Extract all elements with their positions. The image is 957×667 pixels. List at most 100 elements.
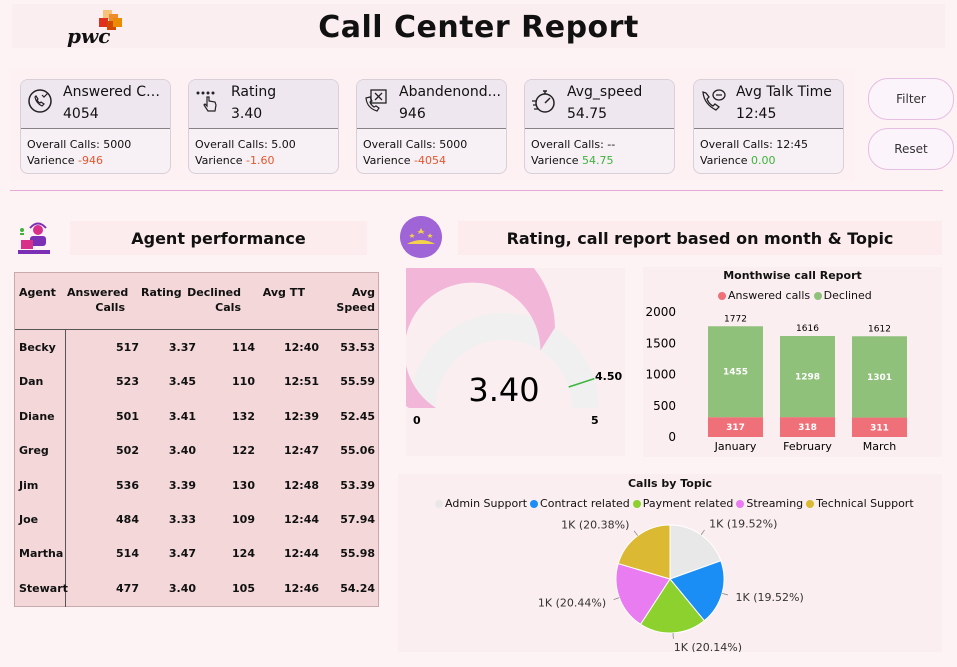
gauge-min-label: 0 [413,414,421,427]
kpi-card-abandoned[interactable]: Abandenond... 946 Overall Calls: 5000 Va… [356,79,507,174]
table-row[interactable]: Dan 523 3.45 110 12:51 55.59 [15,365,378,399]
table-cell: Stewart [19,581,68,595]
col-avg-speed[interactable]: Avg Speed [313,285,375,315]
phone-cross-icon [365,89,387,112]
col-agent[interactable]: Agent [19,285,56,300]
agent-icon [18,222,50,254]
table-cell: 536 [116,478,139,492]
gauge-chart: 3.40 0 5 4.50 [406,268,622,427]
table-cell: 12:40 [283,341,319,354]
table-cell: 105 [232,581,255,595]
rating-hand-icon [196,91,217,112]
kpi-value: 54.75 [567,106,608,122]
table-cell: 3.41 [168,409,196,423]
table-cell: 12:44 [283,547,319,561]
table-row[interactable]: Joe 484 3.33 109 12:44 57.94 [15,503,378,537]
table-cell: 3.40 [168,581,196,595]
table-cell: 124 [232,547,255,561]
kpi-card-answered-calls[interactable]: Answered Calls 4054 Overall Calls: 5000 … [20,79,171,174]
table-cell: 3.39 [168,478,196,492]
bar-total-label: 1612 [868,324,891,334]
agent-table: Agent Answered Calls Rating Declined Cal… [14,272,379,607]
agent-performance-title: Agent performance [70,221,367,255]
kpi-variance: Varience 0.00 [700,154,776,167]
y-tick-label: 1000 [645,368,676,382]
table-cell: 502 [116,444,139,458]
table-header: Agent Answered Calls Rating Declined Cal… [15,273,378,330]
gauge-max-label: 5 [591,414,599,427]
bar-data-label: 1301 [867,373,892,383]
table-cell: 477 [116,581,139,595]
table-cell: Martha [19,547,64,561]
table-cell: 501 [116,409,139,423]
kpi-overall: Overall Calls: -- [531,138,616,151]
y-tick-label: 2000 [645,305,676,319]
table-cell: 12:44 [283,513,319,526]
pie-data-label: 1K (19.52%) [736,591,804,604]
rating-gauge-panel: Rating 3.40 0 5 4.50 [406,268,625,456]
page-title: Call Center Report [318,10,639,45]
y-tick-label: 500 [653,399,676,413]
table-cell: 132 [232,409,255,423]
kpi-value: 946 [399,106,426,122]
star-rating-icon [400,216,442,258]
x-tick-label: March [863,440,897,453]
table-cell: 110 [232,375,255,389]
table-cell: 12:51 [283,375,319,389]
x-tick-label: February [783,440,832,453]
pie-leader-line [613,597,620,601]
table-cell: 514 [116,547,139,561]
table-row[interactable]: Martha 514 3.47 124 12:44 55.98 [15,537,378,571]
calls-by-topic-panel: Calls by Topic Admin Support Contract rel… [398,474,942,652]
table-cell: Greg [19,444,49,458]
pie-leader-line [721,592,728,596]
col-answered-calls[interactable]: Answered Calls [67,285,128,315]
table-cell: Diane [19,409,55,423]
pie-data-label: 1K (20.38%) [561,518,629,531]
bar-data-label: 318 [798,423,817,433]
divider [10,190,943,191]
table-cell: 484 [116,513,139,526]
bar-data-label: 1455 [723,368,748,378]
table-row[interactable]: Jim 536 3.39 130 12:48 53.39 [15,469,378,503]
table-cell: 57.94 [340,513,375,526]
table-cell: 53.39 [340,478,375,492]
table-cell: 12:39 [283,409,319,423]
table-cell: 53.53 [340,341,375,354]
bar-data-label: 317 [726,423,745,433]
table-cell: 55.06 [340,444,375,458]
table-cell: 12:48 [283,478,319,492]
col-declined-calls[interactable]: Declined Cals [187,285,241,315]
table-cell: 523 [116,375,139,389]
phone-check-icon [28,89,52,113]
x-tick-label: January [714,440,757,453]
table-cell: 55.98 [340,547,375,561]
kpi-card-avg-talk-time[interactable]: Avg Talk Time 12:45 Overall Calls: 12:45… [693,79,844,174]
header-bar: pwc Call Center Report [12,4,945,48]
table-cell: 55.59 [340,375,375,389]
kpi-variance: Varience -946 [27,154,104,167]
rating-section-title: Rating, call report based on month & Top… [458,221,942,255]
kpi-strip: Answered Calls 4054 Overall Calls: 5000 … [10,69,855,181]
kpi-overall: Overall Calls: 5000 [27,138,132,151]
stopwatch-icon [532,90,555,113]
table-row[interactable]: Becky 517 3.37 114 12:40 53.53 [15,331,378,365]
kpi-card-avg-speed[interactable]: Avg_speed 54.75 Overall Calls: -- Varien… [524,79,675,174]
table-cell: 130 [232,478,255,492]
pie-data-label: 1K (20.14%) [674,641,742,652]
col-rating[interactable]: Rating [141,285,182,300]
gauge-target-label: 4.50 [595,370,622,383]
col-avg-tt[interactable]: Avg TT [255,285,305,300]
reset-button[interactable]: Reset [868,128,954,170]
phone-talk-icon [702,89,726,111]
table-row[interactable]: Diane 501 3.41 132 12:39 52.45 [15,400,378,434]
pie-data-label: 1K (20.44%) [538,596,606,609]
table-row[interactable]: Stewart 477 3.40 105 12:46 54.24 [15,572,378,606]
pie-data-label: 1K (19.52%) [709,517,777,530]
table-row[interactable]: Greg 502 3.40 122 12:47 55.06 [15,434,378,468]
pie-leader-line [700,529,705,536]
kpi-name: Avg_speed [567,84,643,100]
bar-total-label: 1772 [724,314,747,324]
kpi-card-rating[interactable]: Rating 3.40 Overall Calls: 5.00 Varience… [188,79,339,174]
filter-button[interactable]: Filter [868,78,954,120]
